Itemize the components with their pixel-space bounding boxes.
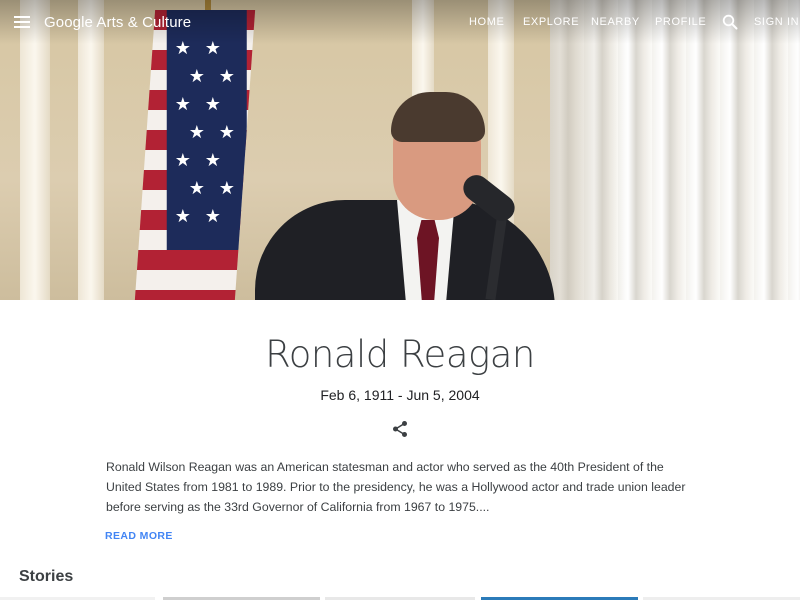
sign-in-link[interactable]: SIGN IN <box>754 16 799 28</box>
star-glyph: ★ <box>174 206 191 227</box>
share-icon[interactable] <box>391 420 409 438</box>
star-glyph: ★ <box>204 206 221 227</box>
menu-icon[interactable] <box>14 16 30 28</box>
brand-logo[interactable]: Google Arts & Culture <box>44 14 191 31</box>
hero-pillar <box>20 0 50 300</box>
star-glyph: ★ <box>218 178 235 199</box>
search-icon[interactable] <box>722 14 738 30</box>
star-glyph: ★ <box>218 122 235 143</box>
hero-image: ★ ★ ★ ★ ★ ★ ★ ★ ★ ★ ★ ★ ★ ★ <box>0 0 800 300</box>
top-app-bar: Google Arts & Culture HOME EXPLORE NEARB… <box>0 0 800 44</box>
nav-explore[interactable]: EXPLORE <box>523 16 579 28</box>
hero-pillar <box>78 0 104 300</box>
star-glyph: ★ <box>188 122 205 143</box>
star-glyph: ★ <box>188 66 205 87</box>
nav-profile[interactable]: PROFILE <box>655 16 706 28</box>
star-glyph: ★ <box>174 94 191 115</box>
star-glyph: ★ <box>218 66 235 87</box>
hero-flag-canton: ★ ★ ★ ★ ★ ★ ★ ★ ★ ★ ★ ★ ★ ★ <box>166 10 247 250</box>
hero-flag: ★ ★ ★ ★ ★ ★ ★ ★ ★ ★ ★ ★ ★ ★ <box>134 10 256 300</box>
hero-hair <box>391 92 485 142</box>
entity-dates: Feb 6, 1911 - Jun 5, 2004 <box>320 387 480 403</box>
hero-person <box>255 90 555 300</box>
star-glyph: ★ <box>174 150 191 171</box>
nav-home[interactable]: HOME <box>469 16 504 28</box>
hero-curtain-shade <box>550 0 800 300</box>
nav-nearby[interactable]: NEARBY <box>591 16 640 28</box>
entity-name: Ronald Reagan <box>265 333 535 376</box>
star-glyph: ★ <box>188 178 205 199</box>
entity-description: Ronald Wilson Reagan was an American sta… <box>106 460 686 514</box>
star-glyph: ★ <box>204 150 221 171</box>
read-more-link[interactable]: READ MORE <box>105 530 173 542</box>
star-glyph: ★ <box>204 94 221 115</box>
stories-heading: Stories <box>19 568 74 585</box>
